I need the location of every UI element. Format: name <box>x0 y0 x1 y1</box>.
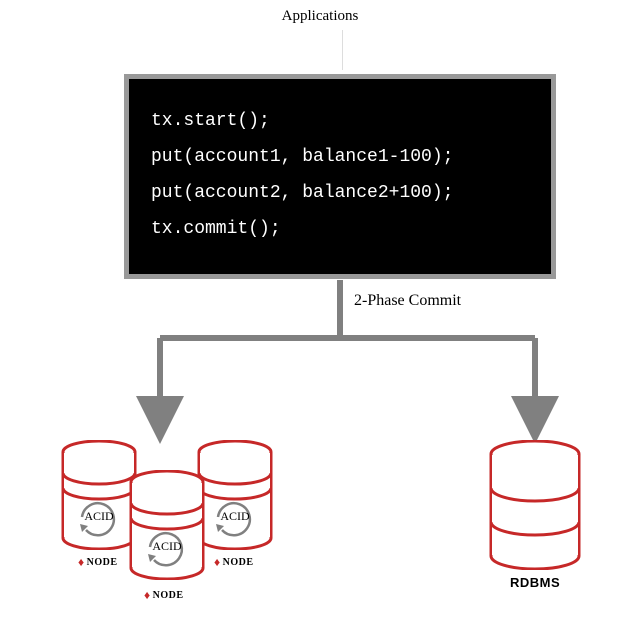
transaction-code-block: tx.start(); put(account1, balance1-100);… <box>124 74 556 279</box>
flame-icon: ♦ <box>144 588 151 603</box>
rdbms-label: RDBMS <box>510 575 560 590</box>
title-connector-line <box>342 30 343 70</box>
acid-text: ACID <box>84 509 114 523</box>
flame-icon: ♦ <box>78 555 85 570</box>
code-line-2: put(account1, balance1-100); <box>151 139 529 175</box>
ignite-cluster: ACID ACID ACID <box>60 440 320 610</box>
flame-icon: ♦ <box>214 555 221 570</box>
rdbms-db: RDBMS <box>488 440 582 610</box>
db-node-3: ACID <box>196 440 274 550</box>
code-line-1: tx.start(); <box>151 103 529 139</box>
svg-text:ACID: ACID <box>220 509 250 523</box>
node-label-2: ♦ NODE <box>144 588 184 603</box>
node-label-1: ♦ NODE <box>78 555 118 570</box>
svg-text:ACID: ACID <box>152 539 182 553</box>
code-line-4: tx.commit(); <box>151 211 529 247</box>
code-line-3: put(account2, balance2+100); <box>151 175 529 211</box>
node-label-3: ♦ NODE <box>214 555 254 570</box>
arrows-svg <box>0 280 640 450</box>
db-node-2: ACID <box>128 470 206 580</box>
db-node-1: ACID <box>60 440 138 550</box>
diagram-title: Applications <box>282 8 359 25</box>
